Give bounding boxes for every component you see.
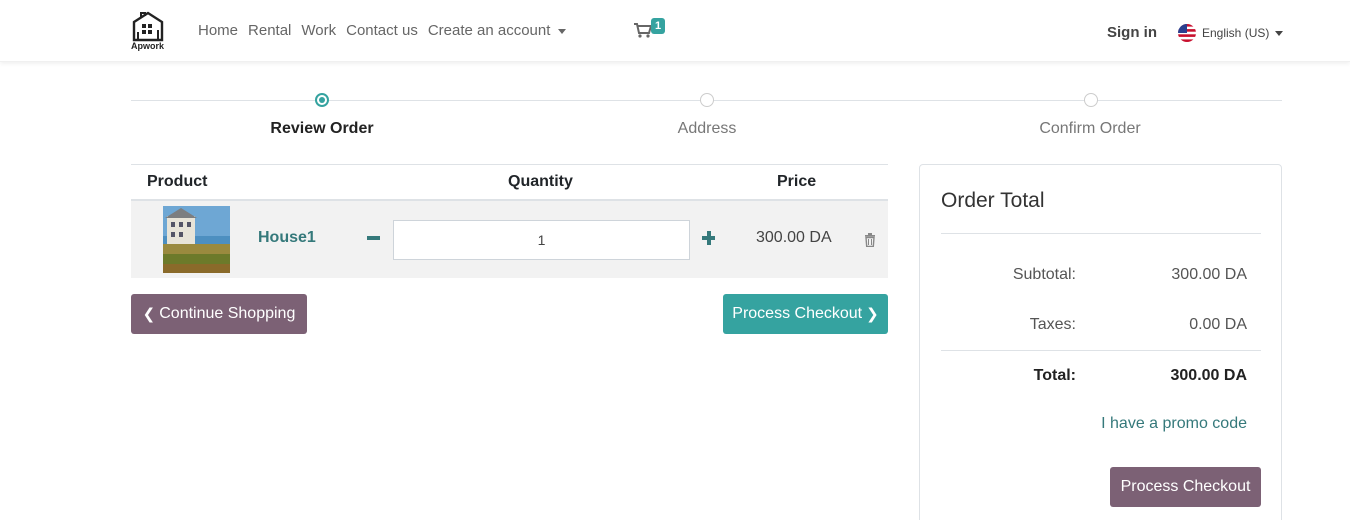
taxes-label: Taxes: <box>1029 316 1076 333</box>
step-confirm-label: Confirm Order <box>1039 120 1141 137</box>
step-confirm-dot <box>1084 93 1098 107</box>
quantity-increase-icon[interactable] <box>701 225 717 249</box>
nav-create-account[interactable]: Create an account <box>428 22 567 39</box>
chevron-down-icon <box>1275 30 1284 36</box>
language-label: English (US) <box>1202 26 1270 40</box>
quantity-decrease-icon[interactable] <box>366 225 382 249</box>
order-total-title: Order Total <box>941 189 1045 212</box>
us-flag-icon <box>1178 24 1196 42</box>
continue-shopping-button[interactable]: ❮ Continue Shopping <box>131 294 307 334</box>
divider <box>941 350 1261 351</box>
step-address-label: Address <box>677 120 737 137</box>
table-row: House1 300.00 DA <box>131 201 888 278</box>
nav-contact-us[interactable]: Contact us <box>346 22 418 39</box>
chevron-down-icon <box>558 28 567 34</box>
chevron-left-icon: ❮ <box>142 306 156 323</box>
row-price: 300.00 DA <box>756 229 832 246</box>
total-value: 300.00 DA <box>1170 367 1248 384</box>
panel-process-checkout-button[interactable]: Process Checkout <box>1110 467 1261 507</box>
taxes-value: 0.00 DA <box>1189 316 1247 333</box>
header-price: Price <box>777 173 817 190</box>
top-navbar: Apwork Home Rental Work Contact us Creat… <box>0 0 1350 62</box>
continue-shopping-label: Continue Shopping <box>159 305 296 322</box>
subtotal-value: 300.00 DA <box>1171 266 1247 283</box>
subtotal-label: Subtotal: <box>1012 266 1076 283</box>
divider <box>941 233 1261 234</box>
product-name-link[interactable]: House1 <box>258 229 316 247</box>
step-address-dot <box>700 93 714 107</box>
nav-links: Home Rental Work Contact us Create an ac… <box>198 22 576 39</box>
shopping-cart-icon[interactable] <box>634 22 653 38</box>
sign-in-link[interactable]: Sign in <box>1107 24 1157 41</box>
product-thumbnail[interactable] <box>163 206 230 273</box>
header-product: Product <box>147 173 208 190</box>
process-checkout-button[interactable]: Process Checkout ❯ <box>723 294 888 334</box>
step-review-label: Review Order <box>270 120 374 137</box>
cart-table: Product Quantity Price House1 3 <box>131 164 888 278</box>
promo-code-link[interactable]: I have a promo code <box>1101 415 1247 433</box>
chevron-right-icon: ❯ <box>866 306 879 323</box>
order-total-panel: Order Total Subtotal: 300.00 DA Taxes: 0… <box>919 164 1282 520</box>
process-checkout-label: Process Checkout <box>732 305 863 322</box>
logo-text: Apwork <box>131 41 165 51</box>
step-review-dot <box>315 93 329 107</box>
table-header: Product Quantity Price <box>131 164 888 201</box>
header-quantity: Quantity <box>508 173 573 190</box>
total-label: Total: <box>1033 367 1076 384</box>
nav-create-account-label: Create an account <box>427 22 551 39</box>
nav-rental[interactable]: Rental <box>248 22 291 39</box>
quantity-input[interactable] <box>393 220 690 260</box>
nav-work[interactable]: Work <box>301 22 336 39</box>
trash-icon[interactable] <box>864 233 876 248</box>
language-selector[interactable]: English (US) <box>1178 24 1284 42</box>
cart-count-badge: 1 <box>651 18 666 34</box>
nav-home[interactable]: Home <box>198 22 238 39</box>
